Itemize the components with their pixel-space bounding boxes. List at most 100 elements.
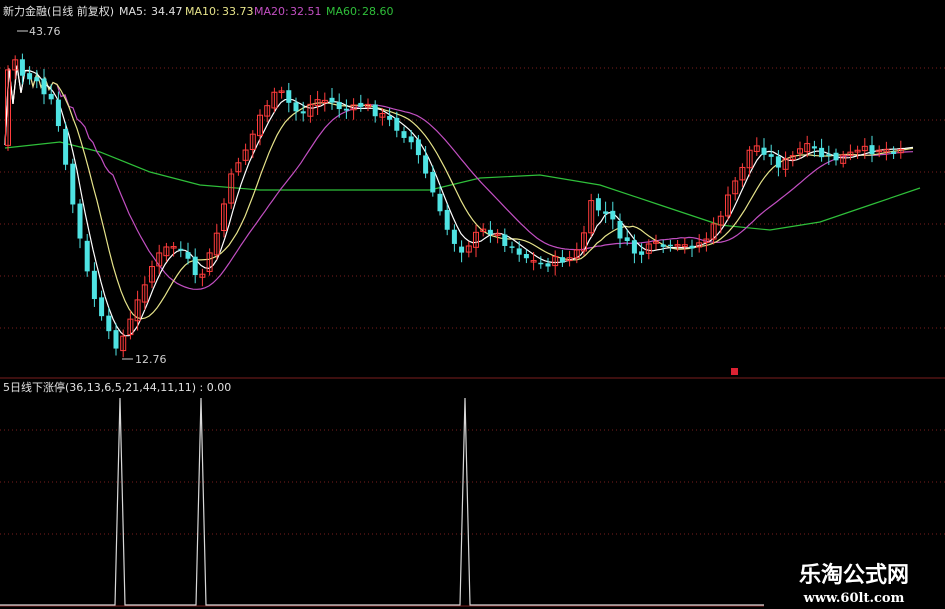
candle[interactable] xyxy=(365,98,371,112)
candle[interactable] xyxy=(516,241,522,262)
candle[interactable] xyxy=(206,248,213,276)
candle[interactable] xyxy=(840,150,847,168)
candlestick-series[interactable] xyxy=(5,53,904,358)
candle[interactable] xyxy=(768,144,774,166)
candle[interactable] xyxy=(185,242,191,265)
candle[interactable] xyxy=(869,135,875,163)
candle[interactable] xyxy=(249,130,256,159)
candle[interactable] xyxy=(286,82,292,113)
candle[interactable] xyxy=(732,176,739,201)
candle[interactable] xyxy=(509,241,515,254)
candle[interactable] xyxy=(178,241,184,258)
candle[interactable] xyxy=(891,146,897,160)
candle[interactable] xyxy=(91,262,97,307)
candle[interactable] xyxy=(41,68,47,105)
candle[interactable] xyxy=(653,234,659,250)
candle[interactable] xyxy=(278,86,285,99)
candle[interactable] xyxy=(192,248,198,284)
candle[interactable] xyxy=(717,210,724,234)
candle[interactable] xyxy=(358,94,364,112)
candle[interactable] xyxy=(329,87,335,110)
candle[interactable] xyxy=(610,201,616,230)
candle[interactable] xyxy=(264,100,271,123)
candle[interactable] xyxy=(494,229,501,244)
candle[interactable] xyxy=(134,290,141,331)
ma-path xyxy=(4,65,914,320)
candle[interactable] xyxy=(459,240,465,263)
candle[interactable] xyxy=(242,143,249,165)
indicator-title: 5日线下涨停(36,13,6,5,21,44,11,11) : 0.00 xyxy=(3,380,231,394)
chart-canvas[interactable]: 43.76 12.76 新力金融(日线 前复权) MA5: 34.47 MA10… xyxy=(0,0,945,609)
candle[interactable] xyxy=(99,290,105,321)
ma20-line xyxy=(4,65,914,290)
candle[interactable] xyxy=(660,239,666,253)
candle[interactable] xyxy=(897,140,904,159)
candle[interactable] xyxy=(746,146,753,177)
candle[interactable] xyxy=(667,239,673,252)
candle[interactable] xyxy=(681,237,688,254)
candle[interactable] xyxy=(689,239,695,257)
candle[interactable] xyxy=(545,257,551,272)
candle[interactable] xyxy=(473,224,479,258)
candle[interactable] xyxy=(321,92,328,112)
candle[interactable] xyxy=(394,111,400,138)
candle[interactable] xyxy=(559,249,565,267)
ma10-line xyxy=(4,65,914,320)
candle[interactable] xyxy=(257,109,263,146)
candle[interactable] xyxy=(581,225,587,256)
candle[interactable] xyxy=(739,163,746,187)
candle[interactable] xyxy=(235,157,242,176)
watermark: 乐淘公式网 www.60lt.com xyxy=(764,556,945,609)
ma-path xyxy=(4,65,914,290)
candle[interactable] xyxy=(170,242,177,257)
candle[interactable] xyxy=(631,234,637,264)
candle[interactable] xyxy=(423,146,429,179)
ma20-value: 32.51 xyxy=(290,5,322,18)
ma5-line xyxy=(4,65,914,337)
candle[interactable] xyxy=(19,53,25,85)
candle[interactable] xyxy=(789,151,796,167)
candle[interactable] xyxy=(797,141,803,159)
candle[interactable] xyxy=(77,199,83,249)
candle[interactable] xyxy=(819,138,825,162)
candle[interactable] xyxy=(127,310,134,340)
candle[interactable] xyxy=(566,250,573,267)
candle[interactable] xyxy=(703,232,710,252)
candle[interactable] xyxy=(782,151,789,177)
candle[interactable] xyxy=(70,158,76,214)
watermark-url: www.60lt.com xyxy=(803,591,905,606)
low-price-label: 12.76 xyxy=(135,353,167,366)
candle[interactable] xyxy=(833,148,839,166)
candle[interactable] xyxy=(221,198,227,238)
candle[interactable] xyxy=(530,252,537,271)
candle[interactable] xyxy=(156,244,163,275)
candle[interactable] xyxy=(523,249,529,264)
candle[interactable] xyxy=(372,100,378,123)
candle[interactable] xyxy=(199,268,206,287)
ma-path xyxy=(4,141,921,231)
candle[interactable] xyxy=(603,201,609,224)
candle[interactable] xyxy=(307,94,314,123)
candle[interactable] xyxy=(465,241,472,258)
candle[interactable] xyxy=(753,137,760,156)
candle[interactable] xyxy=(149,260,155,289)
candle[interactable] xyxy=(415,135,421,164)
candle[interactable] xyxy=(63,122,69,171)
candle[interactable] xyxy=(213,224,220,260)
candle[interactable] xyxy=(595,193,601,217)
candle[interactable] xyxy=(696,234,703,253)
candle[interactable] xyxy=(883,141,890,161)
candle[interactable] xyxy=(826,145,832,165)
ma10-label: MA10: xyxy=(185,5,220,18)
candle[interactable] xyxy=(811,140,817,157)
ma60-label: MA60: xyxy=(326,5,361,18)
candle[interactable] xyxy=(588,193,595,237)
candle[interactable] xyxy=(343,99,349,119)
candle[interactable] xyxy=(761,138,767,161)
candle[interactable] xyxy=(451,224,457,252)
candle[interactable] xyxy=(84,233,90,277)
candle[interactable] xyxy=(502,228,508,252)
candle[interactable] xyxy=(228,168,235,209)
candle[interactable] xyxy=(401,126,407,143)
candle[interactable] xyxy=(854,145,861,159)
